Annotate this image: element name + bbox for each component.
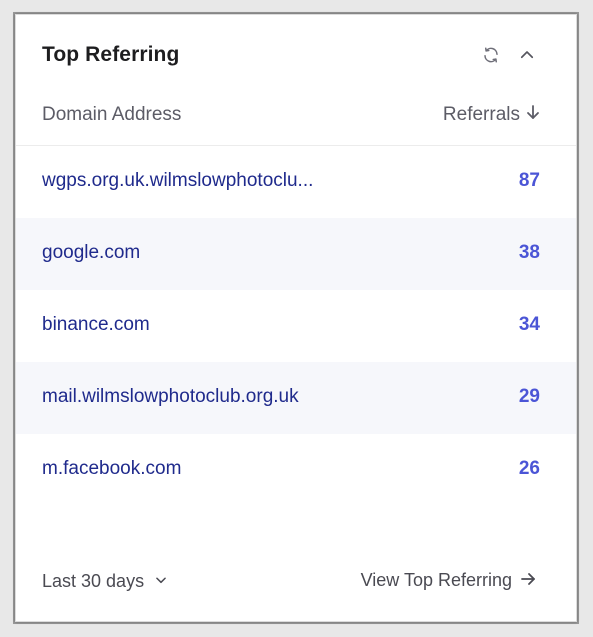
chevron-down-icon <box>154 571 168 592</box>
column-header: Domain Address Referrals <box>16 95 576 146</box>
domain-column-header: Domain Address <box>42 104 182 125</box>
widget-footer: Last 30 days View Top Referring <box>16 551 576 621</box>
referrer-domain[interactable]: binance.com <box>42 314 150 336</box>
referrals-column-header: Referrals <box>442 104 520 125</box>
list-item[interactable]: binance.com 34 <box>16 290 576 362</box>
referral-count: 26 <box>518 458 540 479</box>
referrer-domain[interactable]: m.facebook.com <box>42 458 181 480</box>
list-item[interactable]: m.facebook.com 26 <box>16 434 576 506</box>
date-range-label: Last 30 days <box>42 571 145 591</box>
referrer-list: wgps.org.uk.wilmslowphotoclu... 87 googl… <box>16 146 576 506</box>
widget-title: Top Referring <box>42 43 180 66</box>
referrer-domain[interactable]: mail.wilmslowphotoclub.org.uk <box>42 386 299 408</box>
referrer-domain[interactable]: wgps.org.uk.wilmslowphotoclu... <box>42 170 313 192</box>
list-item[interactable]: wgps.org.uk.wilmslowphotoclu... 87 <box>16 146 576 218</box>
refresh-icon[interactable] <box>481 45 501 65</box>
referral-count: 34 <box>518 314 540 335</box>
view-all-label: View Top Referring <box>360 570 512 590</box>
referral-count: 87 <box>518 170 540 191</box>
view-top-referring-link[interactable]: View Top Referring <box>361 570 536 591</box>
date-range-dropdown[interactable]: Last 30 days <box>42 571 168 592</box>
arrow-down-icon <box>526 104 540 126</box>
chevron-up-icon[interactable] <box>517 45 537 65</box>
referral-count: 38 <box>518 242 540 263</box>
top-referring-widget: Top Referring Domain Address Referrals w… <box>15 14 577 622</box>
referrals-sort-button[interactable]: Referrals <box>443 104 540 126</box>
widget-header: Top Referring <box>16 15 576 95</box>
list-item[interactable]: mail.wilmslowphotoclub.org.uk 29 <box>16 362 576 434</box>
list-item[interactable]: google.com 38 <box>16 218 576 290</box>
referral-count: 29 <box>518 386 540 407</box>
referrer-domain[interactable]: google.com <box>42 242 140 264</box>
arrow-right-icon <box>520 570 536 591</box>
